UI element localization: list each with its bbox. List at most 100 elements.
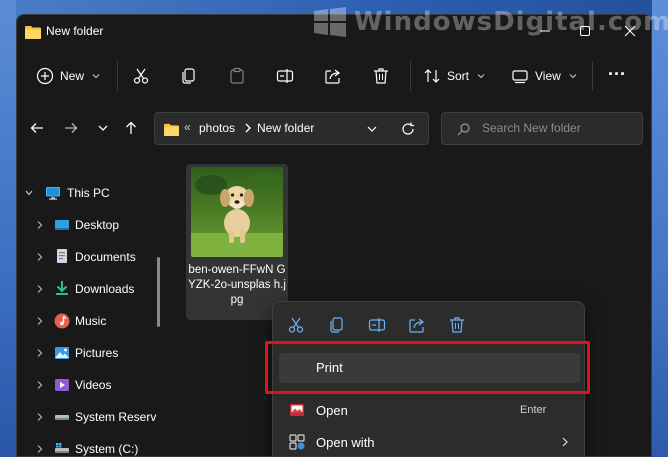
arrow-up-icon: [126, 121, 136, 134]
puppy-photo-thumbnail: [191, 167, 283, 257]
breadcrumb-new-folder[interactable]: New folder: [257, 121, 314, 135]
sidebar-item-label: System (C:): [75, 442, 139, 456]
address-bar[interactable]: « photos New folder: [154, 112, 429, 145]
file-explorer-window: New folder New Sort View ··· « photos Ne…: [16, 14, 652, 457]
search-input[interactable]: Search New folder: [482, 121, 581, 135]
drive-icon: [55, 415, 69, 420]
sidebar-item-label: System Reserv: [75, 410, 157, 424]
back-button[interactable]: [28, 119, 46, 137]
chevron-down-icon[interactable]: [25, 188, 33, 198]
chevron-right-icon[interactable]: [36, 348, 44, 358]
toolbar-divider: [410, 61, 411, 91]
desktop-wallpaper-left: [0, 0, 16, 457]
chevron-right-icon[interactable]: [36, 220, 44, 230]
chevron-down-icon: [98, 125, 108, 131]
up-button[interactable]: [122, 119, 140, 137]
breadcrumb-photos[interactable]: photos: [199, 121, 235, 135]
forward-button[interactable]: [62, 119, 80, 137]
context-menu: Print Open Enter Open with: [272, 301, 585, 456]
menu-item-shortcut: Enter: [520, 404, 547, 416]
new-button-label: New: [60, 69, 85, 83]
rename-icon: [276, 69, 294, 83]
chevron-down-icon: [569, 74, 577, 79]
sidebar-item-system-reserved[interactable]: System Reserv: [17, 407, 157, 427]
menu-item-label: Open with: [316, 435, 375, 450]
chevron-right-icon[interactable]: [36, 252, 44, 262]
sidebar-item-music[interactable]: Music: [17, 311, 157, 331]
more-options-button[interactable]: ···: [608, 63, 626, 85]
menu-item-open[interactable]: Open Enter: [279, 395, 580, 425]
sort-button-label: Sort: [447, 69, 470, 83]
sidebar-item-label: This PC: [67, 186, 110, 200]
image-thumbnail: [191, 167, 283, 257]
delete-icon: [450, 317, 464, 333]
file-item[interactable]: ben-owen-FFwN GYZK-2o-unsplas h.jpg: [186, 164, 288, 320]
menu-item-label: Open: [316, 403, 348, 418]
cm-delete-button[interactable]: [448, 316, 466, 334]
sidebar-item-pictures[interactable]: Pictures: [17, 343, 157, 363]
cut-icon: [288, 317, 304, 333]
menu-item-label: Print: [316, 360, 343, 375]
chevron-right-icon: [562, 437, 568, 447]
music-icon: [54, 313, 70, 329]
sidebar-item-documents[interactable]: Documents: [17, 247, 157, 267]
windows-drive-icon: [55, 443, 69, 453]
videos-icon: [55, 379, 69, 391]
view-button[interactable]: View: [511, 65, 577, 87]
copy-icon: [182, 68, 195, 84]
chevron-right-icon[interactable]: [36, 284, 44, 294]
recent-locations-button[interactable]: [94, 119, 112, 137]
cm-rename-button[interactable]: [368, 316, 386, 334]
copy-button[interactable]: [180, 65, 198, 87]
toolbar-divider: [117, 61, 118, 91]
sidebar-item-system-c[interactable]: System (C:): [17, 439, 157, 456]
toolbar-divider: [592, 61, 593, 91]
sort-button[interactable]: Sort: [423, 65, 485, 87]
plus-circle-icon: [36, 67, 54, 85]
pictures-icon: [55, 347, 69, 359]
window-title: New folder: [46, 24, 104, 38]
paste-button[interactable]: [228, 65, 246, 87]
documents-icon: [57, 249, 67, 263]
sidebar-item-this-pc[interactable]: This PC: [17, 183, 157, 203]
view-icon: [512, 70, 528, 84]
sidebar-scrollbar[interactable]: [157, 257, 160, 327]
breadcrumb-overflow[interactable]: «: [184, 120, 191, 134]
desktop-wallpaper-right: [652, 0, 668, 457]
sidebar-item-videos[interactable]: Videos: [17, 375, 157, 395]
chevron-right-icon[interactable]: [36, 380, 44, 390]
sidebar-item-downloads[interactable]: Downloads: [17, 279, 157, 299]
copy-icon: [330, 317, 343, 333]
sidebar-item-label: Videos: [75, 378, 112, 392]
share-button[interactable]: [324, 65, 342, 87]
chevron-right-icon[interactable]: [36, 316, 44, 326]
refresh-icon[interactable]: [401, 122, 415, 136]
cut-button[interactable]: [132, 65, 150, 87]
chevron-down-icon: [92, 74, 100, 79]
desktop-icon: [55, 220, 69, 230]
file-name: ben-owen-FFwN GYZK-2o-unsplas h.jpg: [188, 264, 286, 306]
sort-icon: [424, 69, 440, 83]
sidebar-item-label: Music: [75, 314, 107, 328]
chevron-right-icon[interactable]: [36, 444, 44, 454]
search-box[interactable]: Search New folder: [441, 112, 643, 145]
chevron-down-icon[interactable]: [367, 125, 377, 133]
open-icon: [290, 404, 304, 416]
cm-cut-button[interactable]: [287, 316, 305, 334]
open-with-icon: [289, 434, 305, 450]
maximize-button[interactable]: [577, 23, 593, 39]
minimize-button[interactable]: [537, 23, 553, 39]
close-button[interactable]: [622, 23, 638, 39]
new-button[interactable]: New: [36, 65, 100, 87]
cm-share-button[interactable]: [408, 316, 426, 334]
chevron-right-icon[interactable]: [36, 412, 44, 422]
sidebar-item-desktop[interactable]: Desktop: [17, 215, 157, 235]
rename-button[interactable]: [276, 65, 294, 87]
search-icon: [457, 123, 470, 136]
delete-button[interactable]: [372, 65, 390, 87]
cm-copy-button[interactable]: [328, 316, 346, 334]
menu-item-open-with[interactable]: Open with: [279, 427, 580, 456]
title-bar: New folder: [17, 15, 651, 49]
folder-icon: [25, 26, 41, 39]
menu-item-print[interactable]: Print: [279, 353, 580, 383]
